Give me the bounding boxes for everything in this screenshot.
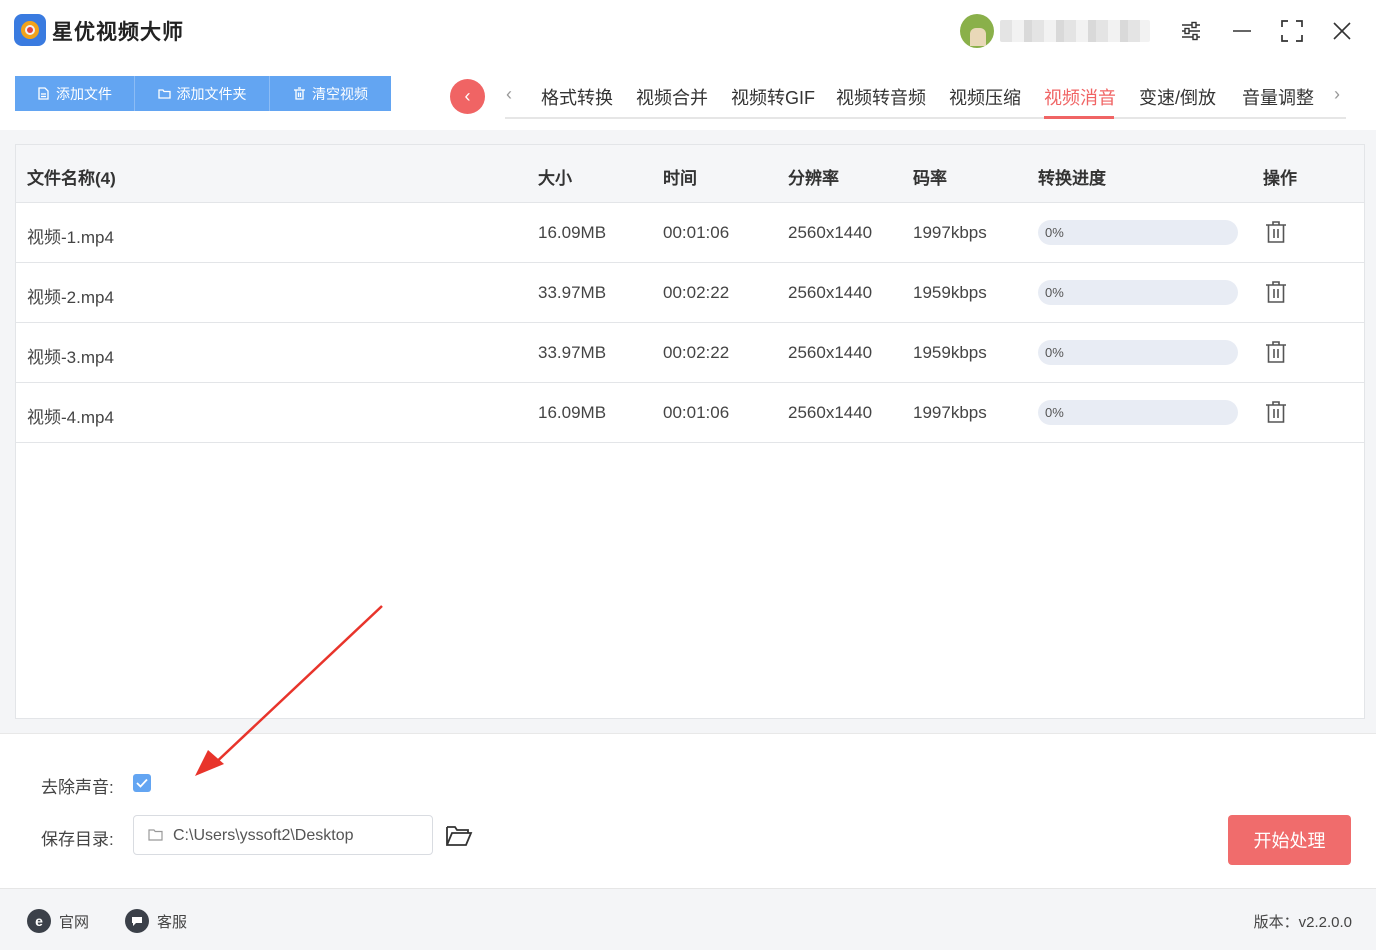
col-header-action: 操作 bbox=[1263, 169, 1297, 188]
col-header-time: 时间 bbox=[663, 169, 697, 188]
delete-row-icon[interactable] bbox=[1265, 280, 1287, 304]
file-table: 文件名称(4) 大小 时间 分辨率 码率 转换进度 操作 视频-1.mp4 16… bbox=[15, 144, 1365, 719]
tab-video-mute[interactable]: 视频消音 bbox=[1044, 84, 1116, 110]
user-name-blurred bbox=[1000, 20, 1150, 42]
cell-size: 16.09MB bbox=[538, 223, 607, 242]
cell-resolution: 2560x1440 bbox=[788, 343, 873, 362]
add-folder-label: 添加文件夹 bbox=[176, 85, 247, 102]
delete-row-icon[interactable] bbox=[1265, 220, 1287, 244]
version-text: 版本：v2.2.0.0 bbox=[1253, 914, 1352, 931]
progress-text: 0% bbox=[1045, 225, 1064, 240]
cell-name: 视频-2.mp4 bbox=[27, 288, 114, 307]
cell-bitrate: 1959kbps bbox=[913, 343, 987, 362]
table-header: 文件名称(4) 大小 时间 分辨率 码率 转换进度 操作 bbox=[16, 145, 1364, 203]
tab-video-compress[interactable]: 视频压缩 bbox=[949, 84, 1021, 110]
title-bar: 星优视频大师 bbox=[0, 0, 1376, 62]
tab-speed-reverse[interactable]: 变速/倒放 bbox=[1139, 84, 1216, 110]
website-link[interactable]: e 官网 bbox=[27, 909, 89, 933]
sliders-icon bbox=[1182, 21, 1200, 41]
cell-time: 00:02:22 bbox=[663, 343, 730, 362]
cell-bitrate: 1959kbps bbox=[913, 283, 987, 302]
progress-bar: 0% bbox=[1038, 400, 1238, 425]
chevron-left-icon: ‹ bbox=[464, 86, 471, 106]
save-dir-label: 保存目录: bbox=[41, 830, 114, 849]
cell-size: 33.97MB bbox=[538, 343, 607, 362]
cell-resolution: 2560x1440 bbox=[788, 403, 873, 422]
footer: e 官网 客服 版本：v2.2.0.0 bbox=[0, 888, 1376, 950]
file-icon bbox=[38, 87, 49, 100]
clear-videos-label: 清空视频 bbox=[312, 85, 368, 102]
delete-row-icon[interactable] bbox=[1265, 400, 1287, 424]
col-header-size: 大小 bbox=[538, 169, 572, 188]
col-header-progress: 转换进度 bbox=[1038, 169, 1106, 188]
cell-time: 00:02:22 bbox=[663, 283, 730, 302]
app-logo bbox=[14, 14, 46, 46]
clear-videos-button[interactable]: 清空视频 bbox=[270, 76, 391, 111]
tab-format-convert[interactable]: 格式转换 bbox=[541, 84, 613, 110]
tab-video-to-gif[interactable]: 视频转GIF bbox=[731, 84, 815, 110]
cell-size: 33.97MB bbox=[538, 283, 607, 302]
cell-time: 00:01:06 bbox=[663, 403, 730, 422]
col-header-bitrate: 码率 bbox=[913, 169, 947, 188]
add-file-button[interactable]: 添加文件 bbox=[15, 76, 135, 111]
cell-name: 视频-1.mp4 bbox=[27, 228, 114, 247]
table-row[interactable]: 视频-3.mp4 33.97MB 00:02:22 2560x1440 1959… bbox=[16, 323, 1364, 383]
folder-icon bbox=[148, 829, 163, 841]
table-row[interactable]: 视频-4.mp4 16.09MB 00:01:06 2560x1440 1997… bbox=[16, 383, 1364, 443]
add-file-label: 添加文件 bbox=[56, 85, 112, 102]
tabs-next-arrow[interactable]: › bbox=[1334, 84, 1340, 105]
progress-text: 0% bbox=[1045, 345, 1064, 360]
chat-icon bbox=[125, 909, 149, 933]
cell-bitrate: 1997kbps bbox=[913, 223, 987, 242]
tab-video-merge[interactable]: 视频合并 bbox=[636, 84, 708, 110]
checkmark-icon bbox=[136, 778, 148, 788]
table-row[interactable]: 视频-1.mp4 16.09MB 00:01:06 2560x1440 1997… bbox=[16, 203, 1364, 263]
cell-bitrate: 1997kbps bbox=[913, 403, 987, 422]
file-toolbar: 添加文件 添加文件夹 清空视频 bbox=[15, 76, 391, 111]
col-header-name: 文件名称(4) bbox=[27, 169, 116, 188]
cell-name: 视频-3.mp4 bbox=[27, 348, 114, 367]
save-dir-input[interactable]: C:\Users\yssoft2\Desktop bbox=[133, 815, 433, 855]
minimize-button[interactable] bbox=[1224, 14, 1260, 48]
cell-resolution: 2560x1440 bbox=[788, 223, 873, 242]
close-button[interactable] bbox=[1324, 14, 1360, 48]
progress-bar: 0% bbox=[1038, 220, 1238, 245]
remove-audio-label: 去除声音: bbox=[41, 778, 114, 797]
minimize-icon bbox=[1233, 30, 1251, 32]
settings-menu-button[interactable] bbox=[1173, 14, 1209, 48]
app-title: 星优视频大师 bbox=[52, 21, 184, 44]
back-button[interactable]: ‹ bbox=[450, 79, 485, 114]
tab-volume-adjust[interactable]: 音量调整 bbox=[1242, 84, 1314, 110]
cell-resolution: 2560x1440 bbox=[788, 283, 873, 302]
support-link[interactable]: 客服 bbox=[125, 909, 187, 933]
tabs-prev-arrow[interactable]: ‹ bbox=[506, 84, 512, 105]
col-header-resolution: 分辨率 bbox=[788, 169, 839, 188]
open-folder-icon[interactable] bbox=[445, 823, 473, 849]
close-icon bbox=[1333, 22, 1351, 40]
cell-time: 00:01:06 bbox=[663, 223, 730, 242]
delete-row-icon[interactable] bbox=[1265, 340, 1287, 364]
ie-icon: e bbox=[27, 909, 51, 933]
settings-panel bbox=[0, 733, 1376, 888]
start-processing-button[interactable]: 开始处理 bbox=[1228, 815, 1351, 865]
website-label: 官网 bbox=[59, 913, 90, 931]
folder-icon bbox=[157, 89, 171, 99]
maximize-icon bbox=[1281, 20, 1303, 42]
progress-text: 0% bbox=[1045, 405, 1064, 420]
progress-text: 0% bbox=[1045, 285, 1064, 300]
remove-audio-checkbox[interactable] bbox=[133, 774, 151, 792]
active-tab-indicator bbox=[1044, 116, 1114, 119]
cell-name: 视频-4.mp4 bbox=[27, 408, 114, 427]
save-dir-value: C:\Users\yssoft2\Desktop bbox=[173, 827, 354, 844]
user-avatar[interactable] bbox=[960, 14, 994, 48]
tab-video-to-audio[interactable]: 视频转音频 bbox=[836, 84, 926, 110]
cell-size: 16.09MB bbox=[538, 403, 607, 422]
table-row[interactable]: 视频-2.mp4 33.97MB 00:02:22 2560x1440 1959… bbox=[16, 263, 1364, 323]
trash-icon bbox=[294, 87, 305, 100]
progress-bar: 0% bbox=[1038, 280, 1238, 305]
support-label: 客服 bbox=[157, 913, 188, 931]
add-folder-button[interactable]: 添加文件夹 bbox=[135, 76, 270, 111]
maximize-button[interactable] bbox=[1274, 14, 1310, 48]
progress-bar: 0% bbox=[1038, 340, 1238, 365]
